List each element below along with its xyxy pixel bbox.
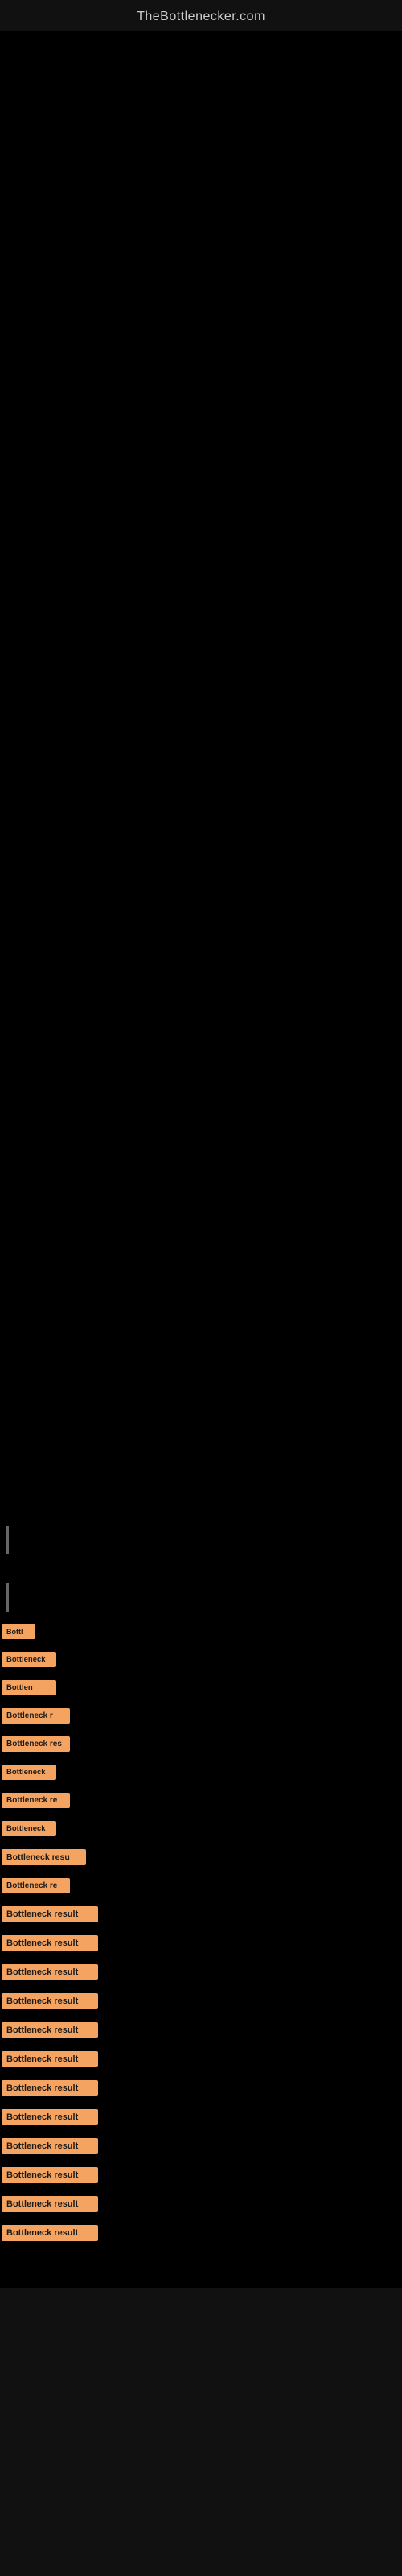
bottleneck-badge-4[interactable]: Bottleneck r <box>2 1708 70 1724</box>
bottleneck-row-17: Bottleneck result <box>0 2074 402 2103</box>
main-chart-area <box>0 31 402 1520</box>
bottleneck-row-14: Bottleneck result <box>0 1987 402 2016</box>
bottleneck-row-19: Bottleneck result <box>0 2132 402 2161</box>
bottleneck-badge-11[interactable]: Bottleneck result <box>2 1906 98 1922</box>
page-container: TheBottlenecker.com Bottl Bottleneck Bot… <box>0 0 402 2576</box>
bottleneck-badge-7[interactable]: Bottleneck re <box>2 1793 70 1808</box>
bottleneck-row-12: Bottleneck result <box>0 1929 402 1958</box>
bottleneck-row-1: Bottl <box>0 1618 402 1645</box>
bottleneck-badge-15[interactable]: Bottleneck result <box>2 2022 98 2038</box>
bottleneck-row-22: Bottleneck result <box>0 2219 402 2248</box>
spacer-1 <box>0 1561 402 1577</box>
divider-section-2 <box>0 1577 402 1618</box>
bottleneck-row-11: Bottleneck result <box>0 1900 402 1929</box>
bottleneck-row-4: Bottleneck r <box>0 1702 402 1730</box>
bottom-padding <box>0 2248 402 2288</box>
bottleneck-badge-9[interactable]: Bottleneck resu <box>2 1849 86 1865</box>
bottleneck-row-13: Bottleneck result <box>0 1958 402 1987</box>
bottleneck-row-20: Bottleneck result <box>0 2161 402 2190</box>
bottleneck-badge-21[interactable]: Bottleneck result <box>2 2196 98 2212</box>
bottleneck-row-10: Bottleneck re <box>0 1872 402 1900</box>
bottleneck-row-9: Bottleneck resu <box>0 1843 402 1872</box>
bottleneck-badge-1[interactable]: Bottl <box>2 1624 35 1639</box>
bottleneck-badge-14[interactable]: Bottleneck result <box>2 1993 98 2009</box>
bottleneck-row-5: Bottleneck res <box>0 1730 402 1758</box>
bottleneck-row-16: Bottleneck result <box>0 2045 402 2074</box>
bottleneck-badge-18[interactable]: Bottleneck result <box>2 2109 98 2125</box>
bottleneck-badge-10[interactable]: Bottleneck re <box>2 1878 70 1893</box>
bottleneck-row-2: Bottleneck <box>0 1645 402 1674</box>
bottleneck-row-18: Bottleneck result <box>0 2103 402 2132</box>
bottleneck-badge-6[interactable]: Bottleneck <box>2 1765 56 1780</box>
divider-line-2 <box>6 1583 9 1612</box>
bottleneck-badge-5[interactable]: Bottleneck res <box>2 1736 70 1752</box>
bottleneck-badge-3[interactable]: Bottlen <box>2 1680 56 1695</box>
bottleneck-badge-17[interactable]: Bottleneck result <box>2 2080 98 2096</box>
divider-section-1 <box>0 1520 402 1561</box>
bottleneck-badge-8[interactable]: Bottleneck <box>2 1821 56 1836</box>
bottleneck-badge-16[interactable]: Bottleneck result <box>2 2051 98 2067</box>
bottleneck-row-7: Bottleneck re <box>0 1786 402 1814</box>
bottleneck-row-8: Bottleneck <box>0 1814 402 1843</box>
bottleneck-badge-19[interactable]: Bottleneck result <box>2 2138 98 2154</box>
bottleneck-row-6: Bottleneck <box>0 1758 402 1786</box>
bottleneck-badge-22[interactable]: Bottleneck result <box>2 2225 98 2241</box>
bottleneck-badge-13[interactable]: Bottleneck result <box>2 1964 98 1980</box>
bottleneck-badge-2[interactable]: Bottleneck <box>2 1652 56 1667</box>
divider-line-1 <box>6 1526 9 1554</box>
bottleneck-row-3: Bottlen <box>0 1674 402 1702</box>
bottleneck-badge-20[interactable]: Bottleneck result <box>2 2167 98 2183</box>
bottleneck-row-21: Bottleneck result <box>0 2190 402 2219</box>
bottleneck-badge-12[interactable]: Bottleneck result <box>2 1935 98 1951</box>
bottleneck-row-15: Bottleneck result <box>0 2016 402 2045</box>
site-title: TheBottlenecker.com <box>0 0 402 31</box>
